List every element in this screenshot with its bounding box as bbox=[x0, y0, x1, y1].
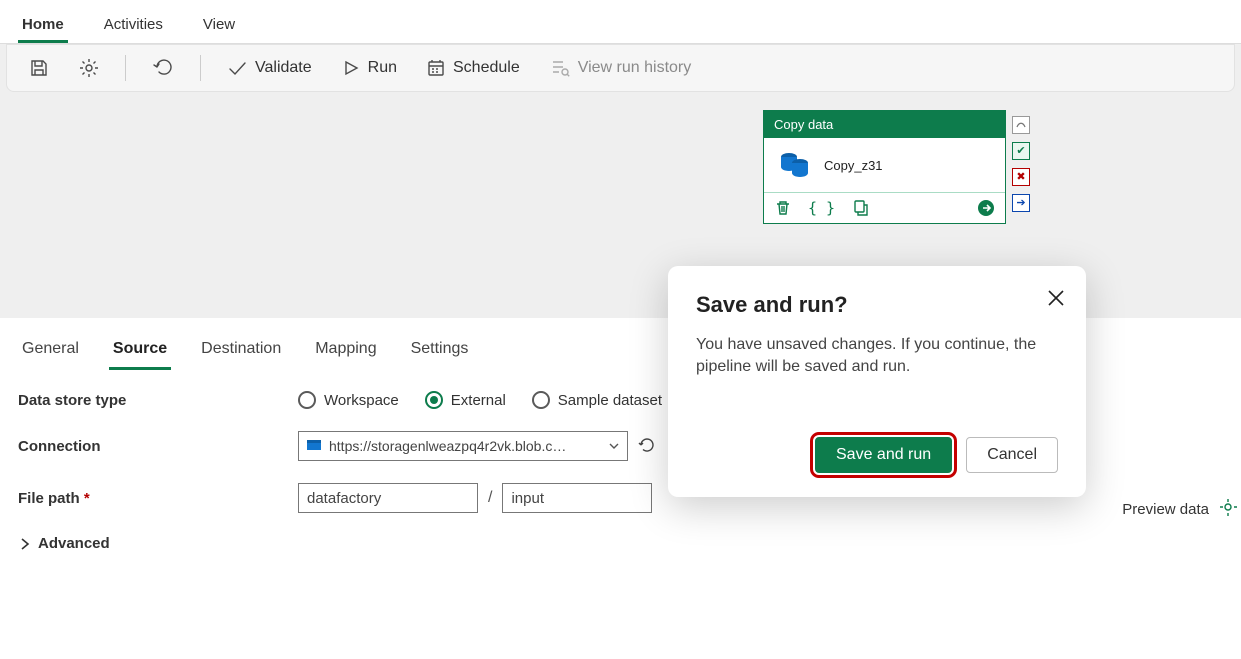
connection-value: https://storagenlweazpq4r2vk.blob.c… bbox=[329, 438, 601, 454]
file-path-label: File path * bbox=[18, 490, 298, 507]
tab-destination[interactable]: Destination bbox=[197, 332, 285, 370]
database-icon bbox=[778, 150, 812, 180]
copy-icon[interactable] bbox=[851, 199, 869, 217]
toolbar-separator bbox=[200, 55, 201, 81]
top-menu-activities[interactable]: Activities bbox=[100, 8, 167, 43]
activity-header: Copy data bbox=[764, 111, 1005, 138]
trash-icon[interactable] bbox=[774, 199, 792, 217]
radio-external[interactable]: External bbox=[425, 391, 506, 409]
tab-mapping[interactable]: Mapping bbox=[311, 332, 380, 370]
tab-source[interactable]: Source bbox=[109, 332, 171, 370]
refresh-icon bbox=[638, 436, 656, 454]
undo-icon bbox=[152, 57, 174, 79]
file-path-container-input[interactable] bbox=[298, 483, 478, 513]
toolbar-separator bbox=[125, 55, 126, 81]
chevron-right-icon bbox=[18, 537, 32, 551]
data-store-type-label: Data store type bbox=[18, 392, 298, 409]
list-icon bbox=[550, 59, 570, 77]
refresh-connection-button[interactable] bbox=[638, 436, 656, 457]
failure-chip[interactable]: ✖ bbox=[1012, 168, 1030, 186]
top-menu-home[interactable]: Home bbox=[18, 8, 68, 43]
completion-chip[interactable]: ➔ bbox=[1012, 194, 1030, 212]
validate-label: Validate bbox=[255, 59, 312, 77]
dialog-title: Save and run? bbox=[696, 292, 1058, 318]
path-separator: / bbox=[488, 489, 492, 507]
activity-status-chips: ✔ ✖ ➔ bbox=[1012, 116, 1030, 212]
radio-workspace[interactable]: Workspace bbox=[298, 391, 399, 409]
view-run-history-button[interactable]: View run history bbox=[540, 53, 702, 83]
close-icon bbox=[1044, 286, 1068, 310]
run-label: Run bbox=[368, 59, 397, 77]
play-icon bbox=[342, 59, 360, 77]
calendar-icon bbox=[427, 59, 445, 77]
connection-dropdown[interactable]: https://storagenlweazpq4r2vk.blob.c… bbox=[298, 431, 628, 461]
advanced-toggle[interactable]: Advanced bbox=[18, 535, 110, 552]
activity-name: Copy_z31 bbox=[824, 158, 883, 173]
dialog-close-button[interactable] bbox=[1044, 286, 1068, 310]
toolbar: Validate Run Schedule View run history bbox=[6, 44, 1235, 92]
gear-icon bbox=[79, 58, 99, 78]
data-store-type-radios: Workspace External Sample dataset bbox=[298, 391, 662, 409]
check-icon bbox=[227, 58, 247, 78]
success-chip[interactable]: ✔ bbox=[1012, 142, 1030, 160]
top-menu-view[interactable]: View bbox=[199, 8, 239, 43]
save-and-run-dialog: Save and run? You have unsaved changes. … bbox=[668, 266, 1086, 497]
activity-copy-data[interactable]: Copy data Copy_z31 { } bbox=[763, 110, 1006, 224]
view-run-history-label: View run history bbox=[578, 59, 692, 77]
save-button[interactable] bbox=[19, 52, 59, 84]
deactivate-chip[interactable] bbox=[1012, 116, 1030, 134]
save-icon bbox=[29, 58, 49, 78]
undo-button[interactable] bbox=[142, 51, 184, 85]
cancel-button[interactable]: Cancel bbox=[966, 437, 1058, 473]
tab-settings[interactable]: Settings bbox=[407, 332, 473, 370]
preview-settings-icon[interactable] bbox=[1219, 498, 1237, 520]
schedule-label: Schedule bbox=[453, 59, 520, 77]
activity-footer: { } bbox=[764, 192, 1005, 223]
connection-label: Connection bbox=[18, 438, 298, 455]
dialog-body: You have unsaved changes. If you continu… bbox=[696, 334, 1058, 379]
save-and-run-button[interactable]: Save and run bbox=[815, 437, 952, 473]
run-activity-icon[interactable] bbox=[977, 199, 995, 217]
settings-button[interactable] bbox=[69, 52, 109, 84]
storage-icon bbox=[307, 440, 321, 452]
file-path-folder-input[interactable] bbox=[502, 483, 652, 513]
tab-general[interactable]: General bbox=[18, 332, 83, 370]
run-button[interactable]: Run bbox=[332, 53, 407, 83]
radio-sample-dataset[interactable]: Sample dataset bbox=[532, 391, 662, 409]
validate-button[interactable]: Validate bbox=[217, 52, 322, 84]
code-icon[interactable]: { } bbox=[808, 199, 835, 217]
chevron-down-icon bbox=[609, 441, 619, 451]
top-menu: Home Activities View bbox=[0, 0, 1241, 44]
preview-data[interactable]: Preview data bbox=[1122, 498, 1237, 520]
schedule-button[interactable]: Schedule bbox=[417, 53, 530, 83]
